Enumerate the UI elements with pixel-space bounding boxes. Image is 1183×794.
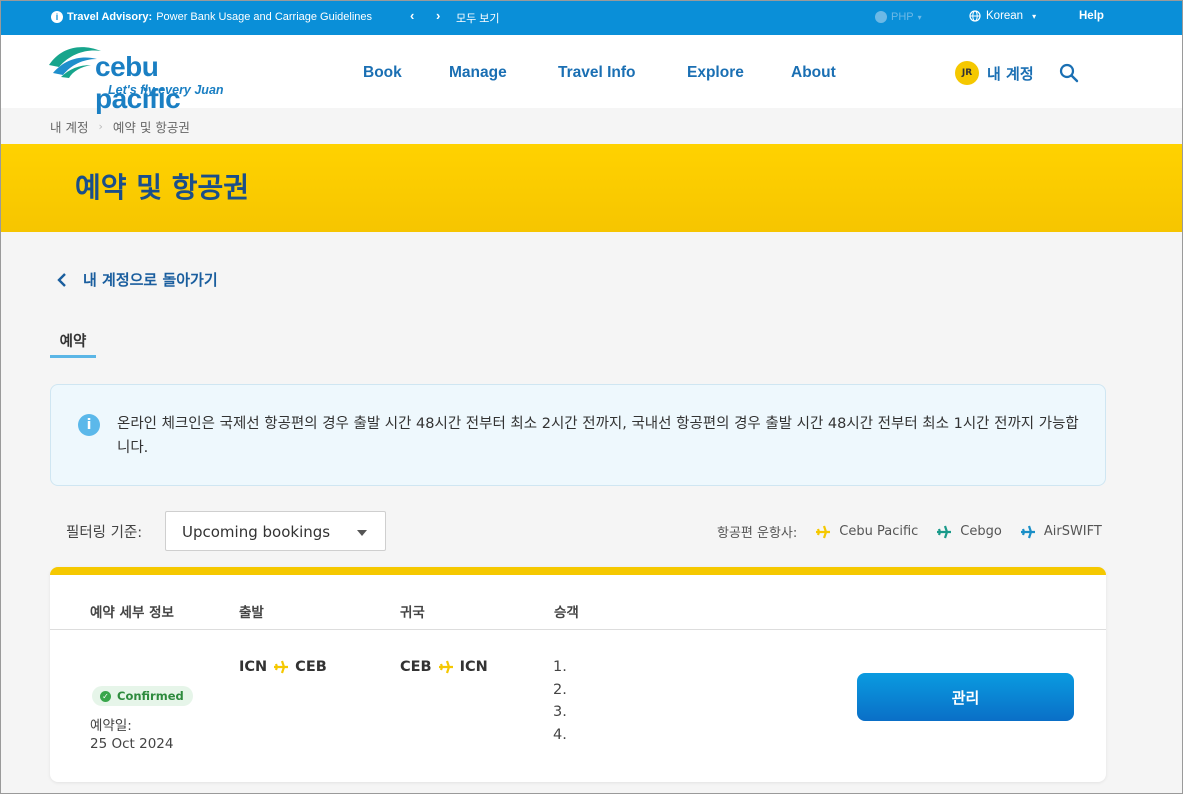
page-banner: 예약 및 항공권	[1, 144, 1182, 232]
back-to-account-link[interactable]: 내 계정으로 돌아가기	[57, 269, 218, 290]
help-link[interactable]: Help	[1079, 10, 1104, 22]
breadcrumb: 내 계정 › 예약 및 항공권	[50, 117, 190, 136]
nav-about[interactable]: About	[791, 64, 836, 82]
column-header-passengers: 승객	[554, 605, 579, 621]
advisory[interactable]: i Travel Advisory: Power Bank Usage and …	[51, 11, 372, 23]
filter-label: 필터링 기준:	[66, 525, 143, 541]
origin-code: ICN	[239, 659, 268, 675]
currency-selector[interactable]: PHP ▾	[875, 11, 922, 23]
destination-code: ICN	[459, 659, 488, 675]
checkin-notice: i 온라인 체크인은 국제선 항공편의 경우 출발 시간 48시간 전부터 최소…	[50, 384, 1106, 486]
site-header: cebu pacific Let's fly every Juan Book M…	[1, 35, 1182, 114]
passenger-item: 2.	[553, 682, 567, 698]
caret-down-icon	[357, 530, 367, 536]
plane-icon	[274, 660, 289, 674]
plane-icon	[816, 525, 831, 538]
nav-manage[interactable]: Manage	[449, 64, 507, 82]
nav-travel-info[interactable]: Travel Info	[558, 64, 636, 82]
nav-book[interactable]: Book	[363, 64, 402, 82]
return-route: CEB ICN	[400, 659, 488, 675]
brand-tagline: Let's fly every Juan	[108, 83, 224, 97]
carrier-name: Cebgo	[960, 524, 1002, 539]
carrier-item: Cebu Pacific	[815, 524, 918, 540]
filter-value: Upcoming bookings	[182, 523, 331, 541]
column-header-departure: 출발	[239, 605, 264, 621]
avatar: JR	[955, 61, 979, 85]
carrier-legend-label: 항공편 운항사:	[717, 526, 798, 541]
plane-icon	[937, 525, 952, 538]
see-all-link[interactable]: 모두 보기	[456, 10, 500, 26]
chevron-down-icon: ▾	[917, 12, 922, 22]
plane-icon	[438, 660, 453, 674]
advisory-label: Travel Advisory:	[67, 11, 153, 23]
account-menu[interactable]: JR 내 계정	[955, 61, 1034, 85]
breadcrumb-item-account[interactable]: 내 계정	[50, 117, 88, 136]
carrier-item: Cebgo	[936, 524, 1002, 540]
carrier-item: AirSWIFT	[1020, 524, 1102, 540]
breadcrumb-separator-icon: ›	[98, 120, 103, 133]
plane-icon	[1020, 525, 1035, 538]
origin-code: CEB	[400, 659, 432, 675]
filter-select[interactable]: Upcoming bookings	[165, 511, 386, 551]
tab-bookings[interactable]: 예약	[50, 330, 96, 358]
currency-label: PHP	[891, 11, 914, 23]
column-header-details: 예약 세부 정보	[90, 605, 174, 621]
carrier-name: Cebu Pacific	[839, 524, 919, 539]
language-label: Korean	[986, 10, 1024, 22]
booking-date-label: 예약일:	[90, 718, 132, 734]
carrier-name: AirSWIFT	[1043, 524, 1102, 539]
account-label: 내 계정	[987, 64, 1034, 83]
status-badge: ✓ Confirmed	[92, 686, 193, 706]
passenger-item: 1.	[553, 659, 567, 675]
divider	[50, 629, 1106, 630]
departure-route: ICN CEB	[239, 659, 327, 675]
passenger-item: 4.	[553, 727, 567, 743]
booking-card: 예약 세부 정보 출발 귀국 승객 ✓ Confirmed 예약일: 25 Oc…	[50, 567, 1106, 782]
page-title: 예약 및 항공권	[75, 171, 250, 204]
info-icon: i	[51, 11, 63, 23]
manage-booking-button[interactable]: 관리	[857, 673, 1074, 721]
advisory-bar: i Travel Advisory: Power Bank Usage and …	[1, 1, 1182, 35]
notice-text: 온라인 체크인은 국제선 항공편의 경우 출발 시간 48시간 전부터 최소 2…	[117, 416, 1079, 456]
info-icon: i	[78, 414, 100, 436]
breadcrumb-item-current: 예약 및 항공권	[112, 120, 190, 135]
destination-code: CEB	[295, 659, 327, 675]
column-header-return: 귀국	[400, 605, 425, 621]
status-label: Confirmed	[117, 689, 184, 703]
cebu-pacific-logo[interactable]: cebu pacific Let's fly every Juan	[47, 43, 237, 114]
advisory-text[interactable]: Power Bank Usage and Carriage Guidelines	[156, 11, 372, 23]
chevron-down-icon: ▾	[1032, 11, 1037, 21]
language-selector[interactable]: Korean ▾	[969, 10, 1036, 22]
booking-date: 25 Oct 2024	[90, 736, 174, 752]
globe-icon	[969, 10, 981, 22]
carrier-legend: 항공편 운항사: Cebu Pacific Cebgo AirSWIFT	[717, 522, 1102, 541]
chevron-left-icon	[57, 272, 66, 287]
passenger-item: 3.	[553, 704, 567, 720]
currency-icon	[875, 11, 887, 23]
back-link-label: 내 계정으로 돌아가기	[83, 271, 218, 289]
chevron-right-icon[interactable]: ›	[436, 8, 440, 23]
chevron-left-icon[interactable]: ‹	[410, 8, 414, 23]
search-icon[interactable]	[1059, 63, 1079, 83]
nav-explore[interactable]: Explore	[687, 64, 744, 82]
check-icon: ✓	[100, 690, 111, 702]
